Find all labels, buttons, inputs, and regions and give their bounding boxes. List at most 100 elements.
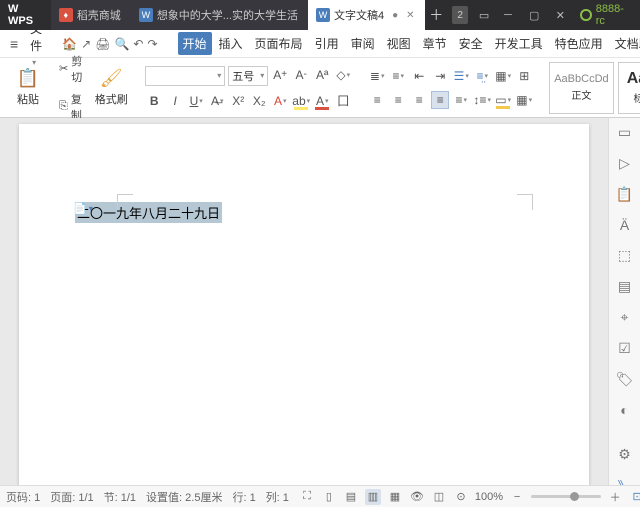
format-painter-button[interactable]: 🖌 格式刷 bbox=[93, 61, 129, 115]
close-icon[interactable]: ✕ bbox=[406, 10, 414, 21]
font-size-input[interactable]: 五号▾ bbox=[228, 66, 268, 86]
grid-view-icon[interactable]: ◫ bbox=[431, 489, 447, 505]
tab-dev[interactable]: 开发工具 bbox=[490, 32, 548, 55]
web-view-icon[interactable]: ▦ bbox=[387, 489, 403, 505]
grow-font-button[interactable]: A+ bbox=[271, 66, 289, 84]
eye-view-icon[interactable]: 👁 bbox=[409, 489, 425, 505]
table-border-button[interactable]: ▦▾ bbox=[515, 91, 533, 109]
tab-view[interactable]: 视图 bbox=[382, 32, 416, 55]
tab-layout[interactable]: 页面布局 bbox=[250, 32, 308, 55]
highlight-button[interactable]: ab▾ bbox=[292, 92, 310, 110]
status-set-value[interactable]: 设置值: 2.5厘米 bbox=[146, 489, 222, 505]
tab-store[interactable]: ♦ 稻壳商城 bbox=[51, 0, 131, 30]
fire-icon: ♦ bbox=[59, 8, 73, 22]
fill-button[interactable]: ▭▾ bbox=[494, 91, 512, 109]
tab-insert[interactable]: 插入 bbox=[214, 32, 248, 55]
dropdown-icon[interactable]: ● bbox=[392, 10, 398, 21]
sp-download-icon[interactable]: ⬚ bbox=[615, 247, 635, 264]
font-name-input[interactable]: ▾ bbox=[145, 66, 225, 86]
justify-button[interactable]: ≡ bbox=[431, 91, 449, 109]
document-area[interactable]: 📄▾ 二〇一九年八月二十九日 bbox=[0, 118, 608, 485]
status-page[interactable]: 页码: 1 bbox=[6, 489, 40, 505]
cut-button[interactable]: ✂剪切 bbox=[56, 51, 85, 87]
numbering-button[interactable]: ≡▾ bbox=[389, 67, 407, 85]
maximize-button[interactable]: ▢ bbox=[522, 4, 546, 26]
fit-page-icon[interactable]: ⊡ bbox=[629, 489, 640, 505]
borders-button[interactable]: ⊞ bbox=[515, 67, 533, 85]
new-tab-button[interactable]: ＋ bbox=[425, 5, 449, 25]
minimize-button[interactable]: ─ bbox=[496, 4, 520, 26]
superscript-button[interactable]: X² bbox=[229, 92, 247, 110]
tab-section[interactable]: 章节 bbox=[418, 32, 452, 55]
shading-button[interactable]: ▦▾ bbox=[494, 67, 512, 85]
outdent-button[interactable]: ⇤ bbox=[410, 67, 428, 85]
clear-format-button[interactable]: ◇▾ bbox=[334, 66, 352, 84]
status-bar: 页码: 1 页面: 1/1 节: 1/1 设置值: 2.5厘米 行: 1 列: … bbox=[0, 485, 640, 507]
font-color-button[interactable]: A▾ bbox=[313, 92, 331, 110]
zoom-in-button[interactable]: ＋ bbox=[607, 489, 623, 505]
distribute-button[interactable]: ≡▾ bbox=[452, 91, 470, 109]
char-shading-button[interactable]: 囗 bbox=[334, 92, 352, 110]
paste-button[interactable]: 📋 粘贴 bbox=[8, 61, 48, 115]
zoom-out-button[interactable]: − bbox=[509, 489, 525, 505]
italic-button[interactable]: I bbox=[166, 92, 184, 110]
sp-props-icon[interactable]: ☑ bbox=[615, 340, 635, 357]
page[interactable]: 📄▾ 二〇一九年八月二十九日 bbox=[19, 124, 589, 485]
focus-view-icon[interactable]: ⊙ bbox=[453, 489, 469, 505]
bullets-button[interactable]: ≣▾ bbox=[368, 67, 386, 85]
outline-view-icon[interactable]: ▤ bbox=[343, 489, 359, 505]
status-pages[interactable]: 页面: 1/1 bbox=[50, 489, 93, 505]
qa-undo-icon[interactable]: ↶ bbox=[133, 35, 143, 53]
reader-view-icon[interactable]: ▯ bbox=[321, 489, 337, 505]
smart-tag[interactable]: 📄▾ bbox=[73, 202, 93, 215]
sp-nav-icon[interactable]: ⌖ bbox=[615, 309, 635, 326]
sp-styles-icon[interactable]: 🏷 bbox=[615, 371, 635, 388]
style-heading1[interactable]: AaBb 标题 1 bbox=[618, 62, 640, 114]
hamburger-icon[interactable]: ≡ bbox=[6, 36, 22, 52]
sp-shapes-icon[interactable]: ◐ bbox=[615, 402, 635, 418]
tab-reference[interactable]: 引用 bbox=[310, 32, 344, 55]
sp-restore-icon[interactable]: ▭ bbox=[615, 124, 635, 141]
sp-settings-icon[interactable]: ⚙ bbox=[615, 446, 635, 463]
change-case-button[interactable]: Aª bbox=[313, 66, 331, 84]
fullscreen-view-icon[interactable]: ⛶ bbox=[299, 489, 315, 505]
close-button[interactable]: ✕ bbox=[548, 4, 572, 26]
align-left-button[interactable]: ≡ bbox=[368, 91, 386, 109]
tab-list-button[interactable]: ▭ bbox=[472, 9, 496, 22]
sp-slides-icon[interactable]: ▤ bbox=[615, 278, 635, 295]
indent-button[interactable]: ⇥ bbox=[431, 67, 449, 85]
sp-paste-icon[interactable]: 📋 bbox=[615, 186, 635, 203]
qa-preview-icon[interactable]: 🔍 bbox=[114, 35, 129, 53]
shrink-font-button[interactable]: A- bbox=[292, 66, 310, 84]
qa-print-icon[interactable]: 🖨 bbox=[95, 35, 110, 53]
sp-select-icon[interactable]: ▷ bbox=[615, 155, 635, 172]
text-direction-button[interactable]: ☰▾ bbox=[452, 67, 470, 85]
tab-doc-active[interactable]: W 文字文稿4 ● ✕ bbox=[308, 0, 425, 30]
tab-security[interactable]: 安全 bbox=[454, 32, 488, 55]
align-center-button[interactable]: ≡ bbox=[389, 91, 407, 109]
bold-button[interactable]: B bbox=[145, 92, 163, 110]
subscript-button[interactable]: X₂ bbox=[250, 92, 268, 110]
tab-doc-1[interactable]: W 想象中的大学...实的大学生活 bbox=[131, 0, 308, 30]
para-spacing-button[interactable]: ↕≡▾ bbox=[473, 91, 491, 109]
status-row[interactable]: 行: 1 bbox=[232, 489, 255, 505]
qa-redo-icon[interactable]: ↷ bbox=[147, 35, 157, 53]
tab-review[interactable]: 审阅 bbox=[346, 32, 380, 55]
underline-button[interactable]: U▾ bbox=[187, 92, 205, 110]
sp-font-icon[interactable]: Ӓ bbox=[615, 217, 635, 233]
strike-button[interactable]: A̶▾ bbox=[208, 92, 226, 110]
line-spacing-button[interactable]: ≡̤▾ bbox=[473, 67, 491, 85]
tab-start[interactable]: 开始 bbox=[178, 32, 212, 55]
style-normal[interactable]: AaBbCcDd 正文 bbox=[549, 62, 613, 114]
align-right-button[interactable]: ≡ bbox=[410, 91, 428, 109]
page-view-icon[interactable]: ▥ bbox=[365, 489, 381, 505]
zoom-slider[interactable] bbox=[531, 495, 601, 498]
status-col[interactable]: 列: 1 bbox=[266, 489, 289, 505]
zoom-value[interactable]: 100% bbox=[475, 491, 503, 503]
tab-dochelp[interactable]: 文档助 bbox=[610, 32, 640, 55]
tab-featured[interactable]: 特色应用 bbox=[550, 32, 608, 55]
selected-text[interactable]: 二〇一九年八月二十九日 bbox=[75, 202, 222, 223]
text-effects-button[interactable]: A▾ bbox=[271, 92, 289, 110]
status-section[interactable]: 节: 1/1 bbox=[104, 489, 136, 505]
tab-count[interactable]: 2 bbox=[452, 6, 468, 24]
